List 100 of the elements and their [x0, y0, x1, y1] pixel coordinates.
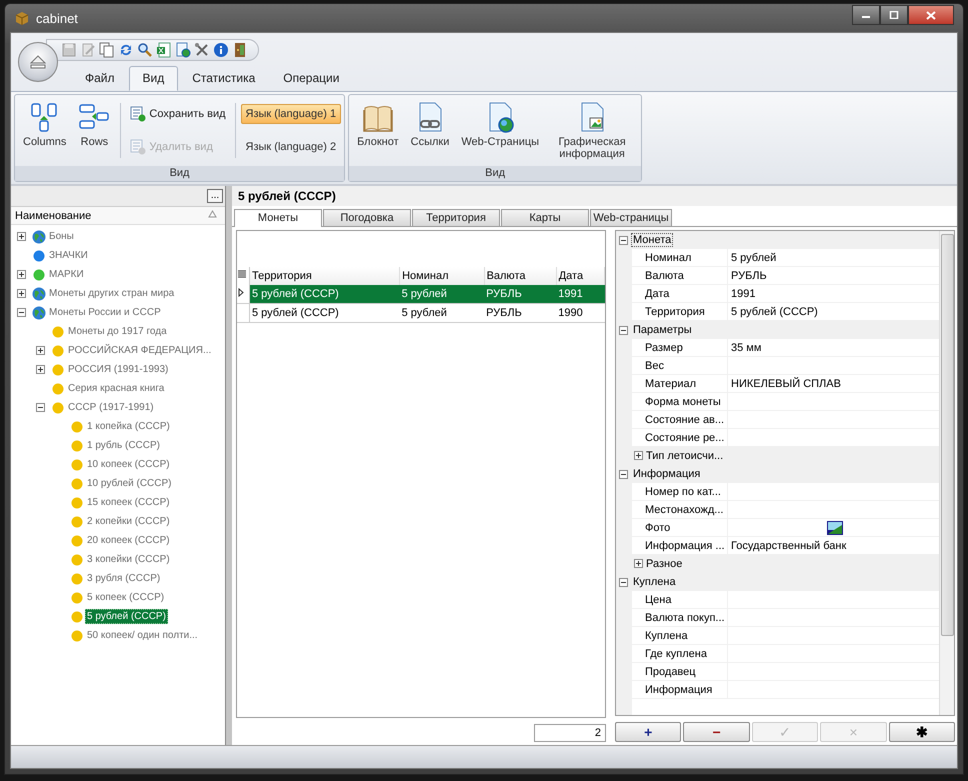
expand-icon[interactable]: [634, 559, 643, 568]
sort-icon[interactable]: [208, 210, 217, 218]
more-button[interactable]: ...: [207, 189, 223, 203]
collapse-icon[interactable]: [619, 236, 628, 244]
tab[interactable]: Web-страницы: [590, 209, 672, 226]
refresh-icon[interactable]: [118, 42, 134, 58]
ribbon-tab[interactable]: Вид: [128, 66, 178, 91]
column-chooser-icon[interactable]: [238, 270, 246, 279]
maximize-button[interactable]: [880, 5, 908, 25]
property-value[interactable]: 1991: [731, 288, 756, 300]
tree-item[interactable]: 1 рубль (СССР): [85, 438, 162, 453]
column-header[interactable]: Наименование: [15, 210, 92, 222]
door-icon[interactable]: [232, 42, 248, 58]
tree-item[interactable]: Серия красная книга: [66, 381, 166, 396]
language-button[interactable]: Язык (language) 1: [240, 104, 342, 124]
category-label[interactable]: Куплена: [631, 575, 678, 589]
tree-item[interactable]: 5 копеек (СССР): [85, 590, 166, 605]
property-value[interactable]: 5 рублей: [731, 252, 776, 264]
toolbar-button[interactable]: −: [683, 722, 750, 742]
row-header[interactable]: [237, 285, 250, 304]
property-name[interactable]: Разное: [646, 558, 682, 570]
ribbon-button[interactable]: Блокнот: [352, 97, 404, 164]
tree-item[interactable]: 50 копеек/ один полти...: [85, 628, 200, 643]
category-label[interactable]: Монета: [631, 233, 674, 247]
tree-item[interactable]: РОССИЙСКАЯ ФЕДЕРАЦИЯ...: [66, 343, 214, 358]
property-name: Форма монеты: [645, 396, 721, 408]
property-name: Состояние ав...: [645, 414, 724, 426]
tree-item[interactable]: Монеты до 1917 года: [66, 324, 169, 339]
collapse-icon[interactable]: [619, 578, 628, 586]
ribbon-button[interactable]: Графическая информация: [546, 97, 638, 164]
tab[interactable]: Карты: [501, 209, 589, 226]
ribbon-tab[interactable]: Файл: [71, 66, 129, 91]
ribbon-button[interactable]: Web-Страницы: [456, 97, 544, 164]
property-value[interactable]: 5 рублей (СССР): [731, 306, 818, 318]
document-globe-icon[interactable]: [175, 42, 191, 58]
scrollbar[interactable]: [939, 231, 954, 715]
tree-item[interactable]: 1 копейка (СССР): [85, 419, 172, 434]
tree-item[interactable]: ЗНАЧКИ: [47, 248, 90, 263]
collapse-icon[interactable]: [36, 403, 45, 412]
collapse-icon[interactable]: [17, 308, 26, 317]
dot-icon: [70, 572, 82, 584]
property-value[interactable]: НИКЕЛЕВЫЙ СПЛАВ: [731, 378, 841, 390]
tree-item[interactable]: МАРКИ: [47, 267, 86, 282]
language-button[interactable]: Язык (language) 2: [240, 137, 342, 158]
tree-item[interactable]: СССР (1917-1991): [66, 400, 156, 415]
globe-icon: [32, 306, 46, 320]
tree-item[interactable]: Монеты России и СССР: [47, 305, 163, 320]
dot-icon: [70, 592, 82, 604]
column-header[interactable]: Номинал: [400, 267, 484, 285]
collapse-icon[interactable]: [619, 326, 628, 334]
column-header[interactable]: Дата: [556, 267, 604, 285]
ribbon-tab[interactable]: Операции: [269, 66, 354, 91]
toolbar-button[interactable]: +: [615, 722, 682, 742]
tree-item[interactable]: 20 копеек (СССР): [85, 533, 172, 548]
tree-item[interactable]: 3 рубля (СССР): [85, 571, 162, 586]
ribbon-button[interactable]: Columns: [18, 97, 72, 164]
ribbon-button[interactable]: Сохранить вид: [126, 102, 230, 125]
tab[interactable]: Погодовка: [323, 209, 411, 226]
tree-item[interactable]: Монеты других стран мира: [47, 286, 176, 301]
property-value[interactable]: Государственный банк: [731, 540, 846, 552]
info-icon[interactable]: [213, 42, 229, 58]
tree-item[interactable]: 2 копейки (СССР): [85, 514, 172, 529]
group-label: Вид: [15, 166, 344, 181]
application-menu-button[interactable]: [18, 42, 58, 82]
collapse-icon[interactable]: [619, 470, 628, 478]
ribbon-tab[interactable]: Статистика: [178, 66, 270, 91]
tab[interactable]: Территория: [412, 209, 500, 226]
tree-item[interactable]: Боны: [47, 229, 76, 244]
tree-item[interactable]: 3 копейки (СССР): [85, 552, 172, 567]
scrollbar-thumb[interactable]: [940, 234, 954, 636]
property-value[interactable]: 35 мм: [731, 342, 762, 354]
tree-item[interactable]: 10 копеек (СССР): [85, 457, 172, 472]
expand-icon[interactable]: [17, 289, 26, 298]
expand-icon[interactable]: [36, 365, 45, 374]
tree-item[interactable]: РОССИЯ (1991-1993): [66, 362, 170, 377]
expand-icon[interactable]: [17, 232, 26, 241]
category-label[interactable]: Параметры: [631, 323, 694, 337]
property-name[interactable]: Тип летоисчи...: [646, 450, 724, 462]
toolbar-button[interactable]: ✱: [888, 722, 956, 742]
expand-icon[interactable]: [17, 270, 26, 279]
expand-icon[interactable]: [36, 346, 45, 355]
property-value[interactable]: РУБЛЬ: [731, 270, 767, 282]
search-icon[interactable]: [137, 42, 153, 58]
ribbon-button[interactable]: Rows: [73, 97, 116, 164]
close-button[interactable]: [908, 5, 954, 25]
tab[interactable]: Монеты: [234, 209, 322, 227]
minimize-button[interactable]: [852, 5, 880, 25]
dot-icon: [52, 382, 64, 394]
spreadsheet-icon[interactable]: [156, 42, 172, 58]
tree-item[interactable]: 5 рублей (СССР): [85, 609, 168, 624]
tools-icon[interactable]: [194, 42, 210, 58]
column-header[interactable]: Территория: [250, 267, 400, 285]
ribbon-button[interactable]: Ссылки: [406, 97, 454, 164]
tree-item[interactable]: 15 копеек (СССР): [85, 495, 172, 510]
tree-item[interactable]: 10 рублей (СССР): [85, 476, 174, 491]
box-icon: [14, 10, 30, 26]
copy-icon[interactable]: [99, 42, 115, 58]
column-header[interactable]: Валюта: [484, 267, 556, 285]
expand-icon[interactable]: [634, 451, 643, 460]
category-label[interactable]: Информация: [631, 467, 702, 481]
